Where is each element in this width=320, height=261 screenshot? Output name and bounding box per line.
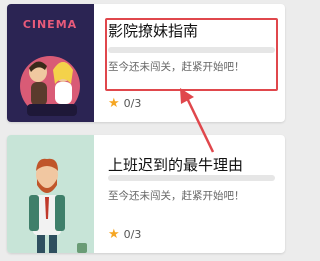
rating: ★ 0/3 (108, 227, 141, 241)
cinema-thumbnail: CINEMA (7, 4, 94, 122)
star-icon: ★ (108, 226, 120, 242)
highlight-box (105, 18, 278, 91)
progress-bar (108, 175, 275, 181)
rating-value: 0/3 (123, 227, 142, 241)
card-title: 上班迟到的最牛理由 (108, 156, 244, 174)
cinema-sign-text: CINEMA (23, 18, 77, 31)
rating: ★ 0/3 (108, 96, 141, 110)
level-card-late-excuse[interactable]: 上班迟到的最牛理由 至今还未闯关，赶紧开始吧！ ★ 0/3 (7, 135, 285, 253)
card-subtitle: 至今还未闯关，赶紧开始吧！ (108, 190, 245, 202)
star-icon: ★ (108, 95, 120, 111)
rating-value: 0/3 (123, 96, 142, 110)
man-thumbnail (7, 135, 94, 253)
level-card-cinema[interactable]: CINEMA 影院撩妹指南 至今还未闯关，赶紧开始吧！ ★ 0/3 (7, 4, 285, 122)
